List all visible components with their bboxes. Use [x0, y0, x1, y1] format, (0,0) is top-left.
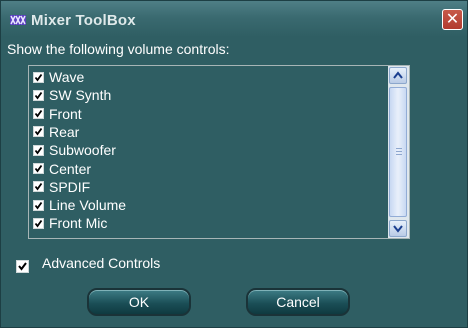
- checkmark-icon: [34, 73, 43, 81]
- volume-control-label: SPDIF: [49, 178, 91, 195]
- volume-control-item[interactable]: Rear: [33, 123, 373, 141]
- scroll-up-button[interactable]: [389, 67, 407, 84]
- vertical-scrollbar[interactable]: [388, 66, 409, 238]
- mixer-app-icon: [10, 15, 26, 25]
- title-bar[interactable]: Mixer ToolBox ✕: [1, 1, 467, 37]
- thumb-grip-line: [396, 151, 402, 152]
- checkmark-icon: [34, 164, 43, 173]
- volume-control-label: Subwoofer: [49, 142, 116, 159]
- cancel-button[interactable]: Cancel: [246, 288, 350, 316]
- checkmark-icon: [34, 183, 43, 191]
- volume-control-label: Front Mic: [49, 215, 108, 232]
- volume-control-label: Front: [49, 105, 82, 122]
- checkmark-icon: [34, 110, 43, 118]
- volume-control-checkbox[interactable]: [33, 181, 44, 193]
- volume-controls-list[interactable]: Wave SW Synth Front Rear Subwoofer Center SPDI…: [28, 65, 410, 239]
- controls-prompt: Show the following volume controls:: [7, 41, 230, 57]
- volume-control-label: Center: [49, 160, 92, 177]
- advanced-controls-row[interactable]: Advanced Controls: [16, 253, 160, 273]
- checkmark-icon: [34, 91, 43, 100]
- volume-control-item[interactable]: SPDIF: [33, 178, 373, 196]
- checkmark-icon: [34, 128, 43, 136]
- checkmark-icon: [34, 219, 43, 228]
- volume-control-label: Wave: [49, 69, 85, 85]
- volume-control-item[interactable]: Center: [33, 160, 373, 178]
- chevron-down-icon: [393, 225, 403, 233]
- checkmark-icon: [34, 146, 43, 155]
- scroll-down-button[interactable]: [389, 220, 407, 237]
- volume-control-label: SW Synth: [49, 87, 112, 104]
- close-icon: ✕: [445, 10, 460, 28]
- volume-control-item[interactable]: Front: [33, 105, 373, 123]
- volume-control-item[interactable]: Line Volume: [33, 196, 373, 214]
- volume-control-item[interactable]: Subwoofer: [33, 141, 373, 159]
- volume-control-item[interactable]: SW Synth: [33, 86, 373, 104]
- thumb-grip-line: [396, 154, 402, 155]
- window-title: Mixer ToolBox: [31, 12, 136, 29]
- volume-control-item[interactable]: Front Mic: [33, 214, 373, 232]
- volume-control-checkbox[interactable]: [33, 199, 44, 211]
- volume-control-checkbox[interactable]: [33, 163, 44, 174]
- scrollbar-thumb[interactable]: [389, 87, 407, 217]
- volume-control-checkbox[interactable]: [33, 126, 44, 138]
- advanced-controls-checkbox[interactable]: [16, 259, 29, 273]
- checkmark-icon: [18, 261, 27, 271]
- volume-control-checkbox[interactable]: [33, 144, 44, 156]
- advanced-controls-label: Advanced Controls: [42, 255, 161, 271]
- volume-control-item[interactable]: Wave: [33, 68, 373, 86]
- volume-control-label: Rear: [49, 123, 80, 140]
- mixer-toolbox-dialog: Mixer ToolBox ✕ Show the following volum…: [0, 0, 468, 328]
- volume-control-checkbox[interactable]: [33, 71, 44, 83]
- volume-control-checkbox[interactable]: [33, 89, 44, 101]
- close-button[interactable]: ✕: [442, 9, 463, 30]
- volume-control-checkbox[interactable]: [33, 108, 44, 120]
- chevron-up-icon: [393, 71, 403, 79]
- volume-controls-items: Wave SW Synth Front Rear Subwoofer Center SPDI…: [29, 66, 387, 238]
- volume-control-label: Line Volume: [49, 197, 127, 214]
- ok-button[interactable]: OK: [87, 288, 191, 316]
- thumb-grip-line: [396, 148, 402, 149]
- volume-control-checkbox[interactable]: [33, 217, 44, 229]
- checkmark-icon: [34, 201, 43, 210]
